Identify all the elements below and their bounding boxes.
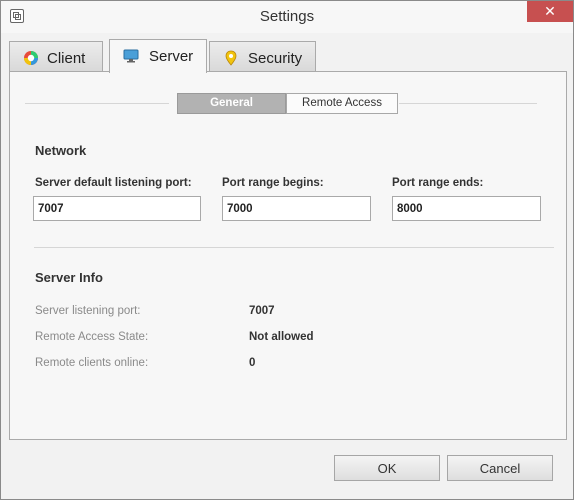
divider <box>25 103 169 104</box>
remote-clients-value: 0 <box>249 357 256 369</box>
divider <box>399 103 537 104</box>
tab-client[interactable]: Client <box>9 41 103 72</box>
default-port-input[interactable] <box>33 196 201 221</box>
window-title: Settings <box>259 8 315 25</box>
remote-clients-label: Remote clients online: <box>35 357 149 369</box>
remote-access-state-label: Remote Access State: <box>35 331 149 343</box>
subtab-remote-access[interactable]: Remote Access <box>286 93 398 114</box>
settings-window: Settings ✕ Client Server Security Genera… <box>0 0 574 500</box>
close-button[interactable]: ✕ <box>527 1 573 22</box>
title-bar[interactable]: Settings ✕ <box>1 1 573 33</box>
tab-client-label: Client <box>47 50 86 67</box>
listening-port-value: 7007 <box>249 305 275 317</box>
main-tabs: Client Server Security <box>9 39 567 73</box>
location-pin-icon <box>225 50 237 66</box>
range-end-label: Port range ends: <box>392 177 484 189</box>
server-tab-panel <box>9 71 567 440</box>
server-info-section-title: Server Info <box>35 270 103 285</box>
range-begin-label: Port range begins: <box>222 177 324 189</box>
subtab-general[interactable]: General <box>177 93 286 114</box>
close-icon: ✕ <box>544 3 556 19</box>
tab-server-label: Server <box>149 48 194 65</box>
default-port-label: Server default listening port: <box>35 177 192 189</box>
range-end-input[interactable] <box>392 196 541 221</box>
tab-server[interactable]: Server <box>109 39 207 73</box>
ok-button[interactable]: OK <box>334 455 440 481</box>
range-begin-input[interactable] <box>222 196 371 221</box>
cancel-button[interactable]: Cancel <box>447 455 553 481</box>
tab-security[interactable]: Security <box>209 41 316 72</box>
tab-security-label: Security <box>248 50 303 67</box>
network-section-title: Network <box>35 143 87 158</box>
monitor-icon <box>123 49 139 63</box>
remote-access-state-value: Not allowed <box>249 331 314 343</box>
section-divider <box>34 247 554 248</box>
client-color-wheel-icon <box>24 51 38 65</box>
listening-port-label: Server listening port: <box>35 305 141 317</box>
